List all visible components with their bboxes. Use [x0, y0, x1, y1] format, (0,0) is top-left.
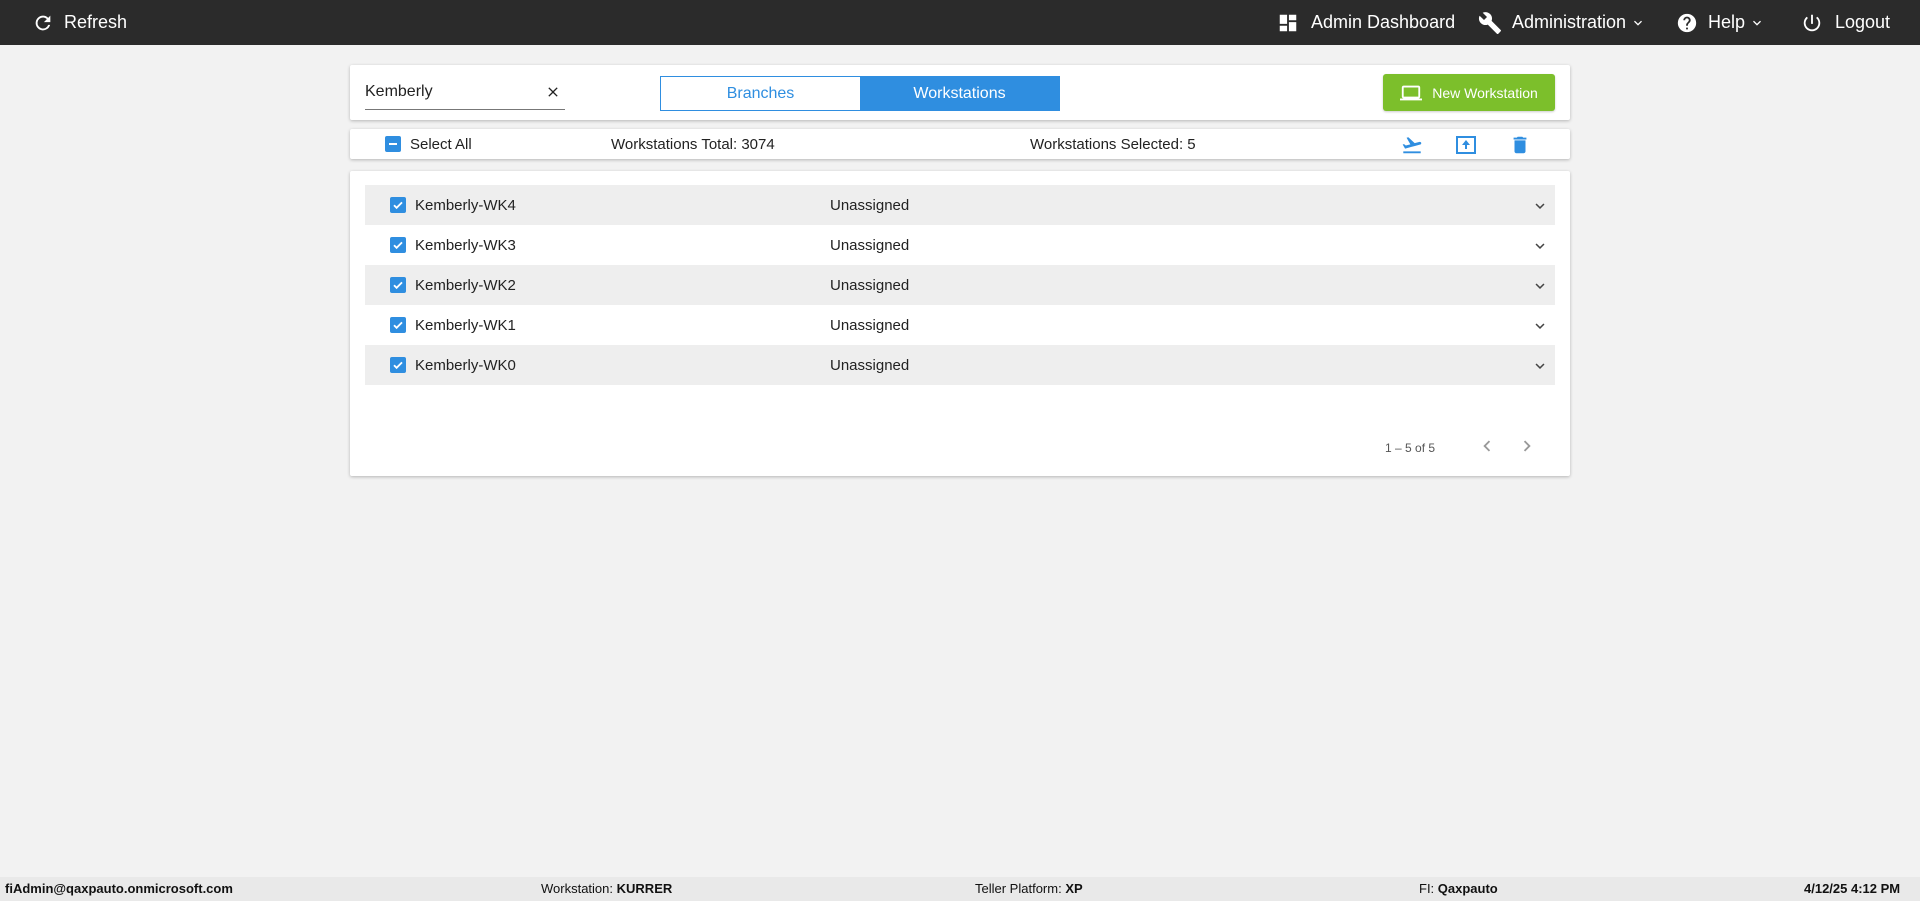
status-footer: fiAdmin@qaxpauto.onmicrosoft.com Worksta…	[0, 877, 1920, 901]
help-icon	[1677, 13, 1697, 32]
previous-page-button[interactable]	[1476, 435, 1498, 457]
footer-datetime: 4/12/25 4:12 PM	[1804, 881, 1901, 896]
footer-workstation: Workstation: KURRER	[541, 881, 672, 896]
expand-row-button[interactable]	[1531, 237, 1549, 255]
workstation-name: Kemberly-WK2	[415, 276, 516, 294]
logout-button[interactable]: Logout	[1801, 0, 1890, 45]
admin-dashboard-label: Admin Dashboard	[1311, 12, 1456, 32]
administration-menu[interactable]: Administration	[1478, 0, 1646, 45]
power-icon	[1803, 14, 1821, 31]
dashboard-icon	[1279, 14, 1297, 31]
workstation-status: Unassigned	[830, 276, 910, 294]
workstations-total: Workstations Total: 3074	[611, 135, 775, 153]
pagination-range: 1 – 5 of 5	[1385, 441, 1436, 455]
footer-teller-platform: Teller Platform: XP	[975, 881, 1083, 896]
expand-row-button[interactable]	[1531, 317, 1549, 335]
new-workstation-label: New Workstation	[1432, 84, 1538, 101]
selection-summary-bar: Select All Workstations Total: 3074 Work…	[350, 129, 1570, 159]
help-menu[interactable]: Help	[1676, 0, 1765, 45]
list-item[interactable]: Kemberly-WK0 Unassigned	[365, 345, 1555, 385]
toolbar-card: Branches Workstations New Workstation	[350, 65, 1570, 120]
administration-label: Administration	[1512, 12, 1627, 32]
transfer-icon	[1402, 137, 1422, 154]
chevron-down-icon	[1535, 203, 1545, 209]
chevron-down-icon	[1753, 20, 1762, 26]
wrench-icon	[1478, 11, 1501, 34]
footer-fi-value: Qaxpauto	[1437, 881, 1498, 896]
list-item[interactable]: Kemberly-WK2 Unassigned	[365, 265, 1555, 305]
search-input[interactable]	[365, 78, 535, 106]
chevron-down-icon	[1535, 363, 1545, 369]
expand-row-button[interactable]	[1531, 357, 1549, 375]
checkbox-checked-icon[interactable]	[390, 237, 406, 253]
workstation-name: Kemberly-WK1	[415, 316, 516, 334]
footer-user: fiAdmin@qaxpauto.onmicrosoft.com	[5, 881, 233, 896]
select-all-checkbox[interactable]: Select All	[385, 129, 472, 159]
footer-workstation-label: Workstation:	[541, 881, 614, 896]
workstation-status: Unassigned	[830, 236, 910, 254]
help-label: Help	[1708, 12, 1746, 32]
search-field	[365, 78, 565, 110]
chevron-down-icon	[1535, 243, 1545, 249]
view-tabs: Branches Workstations	[660, 76, 1060, 111]
workstation-name: Kemberly-WK4	[415, 196, 516, 214]
laptop-icon	[1400, 85, 1423, 100]
upload-icon	[1456, 136, 1476, 154]
close-icon[interactable]	[545, 84, 561, 100]
checkbox-checked-icon[interactable]	[390, 317, 406, 333]
select-all-label: Select All	[410, 135, 472, 153]
refresh-label: Refresh	[64, 12, 128, 32]
footer-fi: FI: Qaxpauto	[1419, 881, 1498, 896]
checkbox-checked-icon[interactable]	[390, 197, 406, 213]
workstation-name: Kemberly-WK0	[415, 356, 516, 374]
upload-button[interactable]	[1454, 134, 1478, 156]
workstations-selected: Workstations Selected: 5	[1030, 135, 1196, 153]
footer-workstation-value: KURRER	[616, 881, 673, 896]
tab-workstations[interactable]: Workstations	[860, 77, 1059, 110]
trash-icon	[1513, 136, 1527, 154]
workstation-status: Unassigned	[830, 316, 910, 334]
workstation-list: Kemberly-WK4 Unassigned Kemberly-WK3 Una…	[365, 185, 1555, 385]
list-item[interactable]: Kemberly-WK3 Unassigned	[365, 225, 1555, 265]
chevron-right-icon	[1523, 440, 1531, 452]
workstation-status: Unassigned	[830, 196, 910, 214]
workstation-list-card: Kemberly-WK4 Unassigned Kemberly-WK3 Una…	[350, 171, 1570, 476]
list-item[interactable]: Kemberly-WK1 Unassigned	[365, 305, 1555, 345]
admin-dashboard-link[interactable]: Admin Dashboard	[1277, 0, 1455, 45]
footer-teller-platform-label: Teller Platform:	[975, 881, 1062, 896]
checkbox-checked-icon[interactable]	[390, 357, 406, 373]
chevron-down-icon	[1535, 283, 1545, 289]
footer-teller-platform-value: XP	[1065, 881, 1083, 896]
list-item[interactable]: Kemberly-WK4 Unassigned	[365, 185, 1555, 225]
top-navigation-bar: Refresh Admin Dashboard Administration H…	[0, 0, 1920, 45]
expand-row-button[interactable]	[1531, 197, 1549, 215]
delete-button[interactable]	[1508, 134, 1532, 156]
workstation-name: Kemberly-WK3	[415, 236, 516, 254]
footer-fi-label: FI:	[1419, 881, 1435, 896]
next-page-button[interactable]	[1516, 435, 1538, 457]
tab-branches[interactable]: Branches	[661, 77, 860, 110]
expand-row-button[interactable]	[1531, 277, 1549, 295]
refresh-button[interactable]: Refresh	[32, 0, 127, 45]
transfer-button[interactable]	[1400, 134, 1424, 156]
refresh-icon	[35, 15, 51, 30]
new-workstation-button[interactable]: New Workstation	[1383, 74, 1555, 111]
chevron-left-icon	[1483, 440, 1491, 452]
workstation-status: Unassigned	[830, 356, 910, 374]
checkbox-checked-icon[interactable]	[390, 277, 406, 293]
checkbox-indeterminate-icon	[385, 136, 401, 152]
chevron-down-icon	[1634, 20, 1643, 26]
chevron-down-icon	[1535, 323, 1545, 329]
logout-label: Logout	[1835, 12, 1891, 32]
